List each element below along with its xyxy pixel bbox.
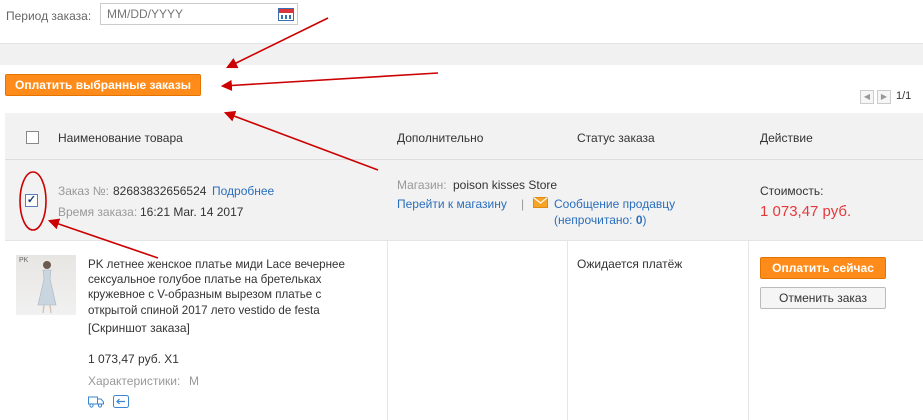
- prev-page-icon[interactable]: ◀: [860, 90, 874, 104]
- pay-now-button[interactable]: Оплатить сейчас: [760, 257, 886, 279]
- period-label: Период заказа:: [6, 9, 92, 23]
- characteristics-value: M: [189, 374, 199, 388]
- characteristics-label: Характеристики:: [88, 374, 181, 388]
- return-icon[interactable]: [113, 395, 129, 411]
- product-title-link[interactable]: PK летнее женское платье миди Lace вечер…: [88, 257, 373, 318]
- col-action: Действие: [760, 131, 813, 145]
- go-to-store-link[interactable]: Перейти к магазину: [397, 197, 507, 211]
- store-name: poison kisses Store: [453, 178, 558, 192]
- unread-suffix: ): [642, 213, 647, 227]
- col-order-status: Статус заказа: [577, 131, 655, 145]
- order-time-label: Время заказа:: [58, 205, 138, 219]
- order-number-label: Заказ №:: [58, 184, 110, 198]
- order-details-link[interactable]: Подробнее: [212, 184, 274, 198]
- order-time: 16:21 Mar. 14 2017: [140, 205, 244, 219]
- delivery-truck-icon[interactable]: [88, 395, 104, 411]
- next-page-icon[interactable]: ▶: [877, 90, 891, 104]
- annotation-arrow: [220, 72, 439, 92]
- cost-label: Стоимость:: [760, 184, 824, 198]
- calendar-icon[interactable]: [278, 8, 294, 21]
- col-additional: Дополнительно: [397, 131, 484, 145]
- filter-divider-band: [0, 43, 923, 65]
- column-divider: [567, 241, 568, 420]
- pay-selected-orders-button[interactable]: Оплатить выбранные заказы: [5, 74, 202, 96]
- column-divider: [387, 241, 388, 420]
- order-date-input[interactable]: [100, 3, 298, 25]
- order-cost: 1 073,47 руб.: [760, 203, 852, 220]
- order-checkbox[interactable]: ✓: [25, 194, 38, 207]
- column-divider: [748, 241, 749, 420]
- unread-messages[interactable]: (непрочитано: 0): [554, 213, 647, 227]
- message-seller-link[interactable]: Сообщение продавцу: [554, 197, 675, 211]
- order-screenshot-link[interactable]: [Скриншот заказа]: [88, 321, 190, 335]
- link-separator: |: [521, 197, 525, 211]
- product-thumbnail[interactable]: PK: [16, 255, 76, 315]
- col-product-name: Наименование товара: [58, 131, 183, 145]
- envelope-icon: [533, 197, 548, 211]
- product-price-qty: 1 073,47 руб. X1: [88, 352, 179, 366]
- unread-prefix: (непрочитано:: [554, 213, 636, 227]
- store-label: Магазин:: [397, 178, 447, 192]
- unread-count: 0: [635, 213, 643, 227]
- select-all-checkbox[interactable]: [26, 131, 39, 144]
- order-number: 82683832656524: [113, 184, 207, 198]
- order-status: Ожидается платёж: [577, 257, 683, 271]
- page-count: 1/1: [896, 90, 912, 102]
- cancel-order-button[interactable]: Отменить заказ: [760, 287, 886, 309]
